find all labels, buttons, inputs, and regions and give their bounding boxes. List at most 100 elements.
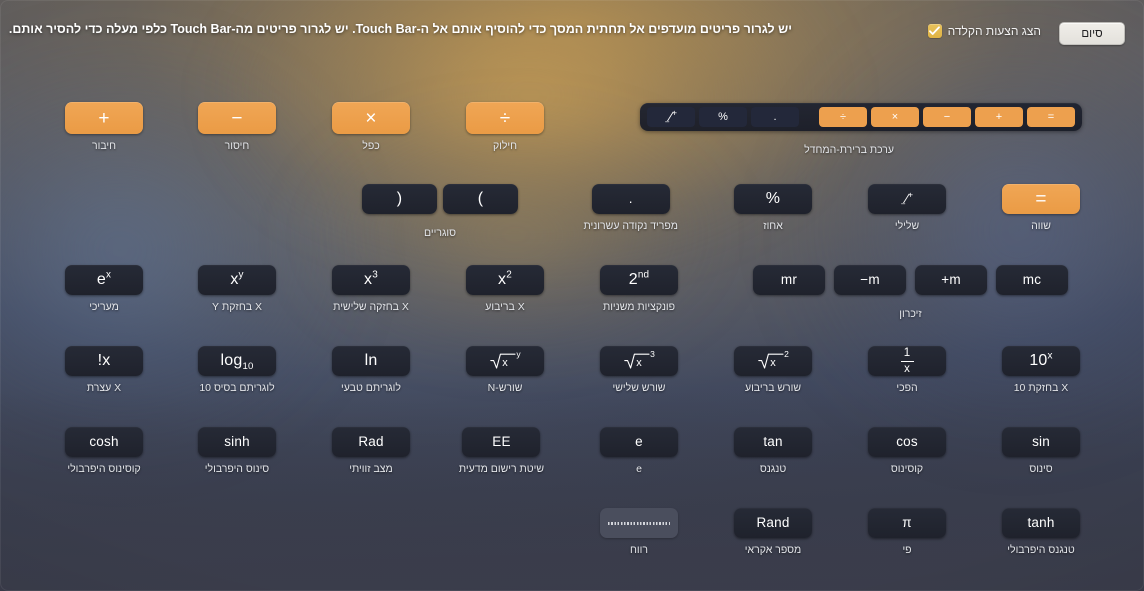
cube-root-key[interactable]: 3 x <box>600 346 678 376</box>
item-nth-root[interactable]: y x שורש-N <box>466 346 544 394</box>
cosh-icon: cosh <box>89 434 119 450</box>
tb-key-percent[interactable]: % <box>699 107 747 127</box>
exp-key[interactable]: ex <box>65 265 143 295</box>
nth-root-key[interactable]: y x <box>466 346 544 376</box>
item-mr[interactable]: mr <box>753 265 825 295</box>
item-second-functions[interactable]: 2nd פונקציות משניות <box>600 265 678 313</box>
item-m-minus[interactable]: m− <box>834 265 906 295</box>
tb-key-multiply[interactable]: × <box>871 107 919 127</box>
item-cos[interactable]: cos קוסינוס <box>868 427 946 475</box>
m-minus-key[interactable]: m− <box>834 265 906 295</box>
tan-key[interactable]: tan <box>734 427 812 457</box>
item-paren-close[interactable]: ) <box>443 184 518 214</box>
percent-key[interactable]: % <box>734 184 812 214</box>
log10-key[interactable]: log10 <box>198 346 276 376</box>
tb-key-decimal[interactable]: . <box>751 107 799 127</box>
ln-key[interactable]: ln <box>332 346 410 376</box>
rad-caption: מצב זוויתי <box>349 463 393 475</box>
ee-key[interactable]: EE <box>462 427 541 457</box>
tb-key-equals[interactable]: = <box>1027 107 1075 127</box>
tb-key-plus[interactable]: + <box>975 107 1023 127</box>
item-ln[interactable]: ln לוגריתם טבעי <box>332 346 410 394</box>
item-equals[interactable]: = שווה <box>1002 184 1080 232</box>
item-cube-root[interactable]: 3 x שורש שלישי <box>600 346 678 394</box>
item-add[interactable]: + חיבור <box>65 102 143 152</box>
cosh-key[interactable]: cosh <box>65 427 143 457</box>
square-root-icon: 2 x <box>758 350 789 370</box>
pi-key[interactable]: π <box>868 508 946 538</box>
item-space[interactable]: רווח <box>600 508 678 556</box>
item-sin[interactable]: sin סינוס <box>1002 427 1080 475</box>
plus-minus-key[interactable]: +∕− <box>868 184 946 214</box>
rad-key[interactable]: Rad <box>332 427 410 457</box>
item-ten-pow-x[interactable]: 10x X בחזקת 10 <box>1002 346 1080 394</box>
item-tanh[interactable]: tanh טנגנס היפרבולי <box>1002 508 1080 556</box>
add-key[interactable]: + <box>65 102 143 134</box>
item-exp[interactable]: ex מעריכי <box>65 265 143 313</box>
mc-key[interactable]: mc <box>996 265 1068 295</box>
tb-key-minus[interactable]: − <box>923 107 971 127</box>
ten-pow-x-key[interactable]: 10x <box>1002 346 1080 376</box>
item-mc[interactable]: mc <box>996 265 1068 295</box>
exp-caption: מעריכי <box>89 301 119 313</box>
factorial-icon: x! <box>97 352 111 369</box>
item-ee[interactable]: EE שיטת רישום מדעית <box>459 427 544 475</box>
tb-key-plus-minus[interactable]: +∕− <box>647 107 695 127</box>
m-plus-key[interactable]: m+ <box>915 265 987 295</box>
reciprocal-key[interactable]: 1 x <box>868 346 946 376</box>
item-cosh[interactable]: cosh קוסינוס היפרבולי <box>65 427 143 475</box>
sinh-icon: sinh <box>224 434 250 450</box>
item-x-pow-3[interactable]: x3 X בחזקה שלישית <box>332 265 410 313</box>
svg-text:x: x <box>770 357 776 369</box>
item-paren-open[interactable]: ( <box>362 184 437 214</box>
decimal-key[interactable]: . <box>591 184 670 214</box>
item-log10[interactable]: log10 לוגריתם בסיס 10 <box>198 346 276 394</box>
item-square-root[interactable]: 2 x שורש בריבוע <box>734 346 812 394</box>
add-caption: חיבור <box>91 140 117 152</box>
cos-key[interactable]: cos <box>868 427 946 457</box>
e-caption: e <box>636 463 642 475</box>
paren-close-key[interactable]: ) <box>443 184 518 214</box>
divide-key[interactable]: ÷ <box>466 102 544 134</box>
square-root-key[interactable]: 2 x <box>734 346 812 376</box>
item-factorial[interactable]: x! X עצרת <box>65 346 143 394</box>
item-m-plus[interactable]: m+ <box>915 265 987 295</box>
item-percent[interactable]: % אחוז <box>734 184 812 232</box>
item-subtract[interactable]: − חיסור <box>198 102 276 152</box>
item-multiply[interactable]: × כפל <box>332 102 410 152</box>
tanh-key[interactable]: tanh <box>1002 508 1080 538</box>
tb-key-divide[interactable]: ÷ <box>819 107 867 127</box>
sinh-key[interactable]: sinh <box>198 427 276 457</box>
item-plus-minus[interactable]: +∕− שלילי <box>868 184 946 232</box>
sin-key[interactable]: sin <box>1002 427 1080 457</box>
x-pow-3-key[interactable]: x3 <box>332 265 410 295</box>
second-functions-caption: פונקציות משניות <box>602 301 676 313</box>
item-rad[interactable]: Rad מצב זוויתי <box>332 427 410 475</box>
item-x-pow-y[interactable]: xy X בחזקת Y <box>198 265 276 313</box>
item-e[interactable]: e e <box>600 427 678 475</box>
e-key[interactable]: e <box>600 427 678 457</box>
equals-icon: = <box>1035 188 1047 210</box>
item-rand[interactable]: Rand מספר אקראי <box>734 508 812 556</box>
paren-close-icon: ) <box>477 190 484 207</box>
item-tan[interactable]: tan טנגנס <box>734 427 812 475</box>
second-functions-key[interactable]: 2nd <box>600 265 678 295</box>
item-decimal[interactable]: . מפריד נקודה עשרונית <box>583 184 678 232</box>
space-key[interactable] <box>600 508 678 538</box>
paren-open-key[interactable]: ( <box>362 184 437 214</box>
factorial-key[interactable]: x! <box>65 346 143 376</box>
equals-key[interactable]: = <box>1002 184 1080 214</box>
subtract-key[interactable]: − <box>198 102 276 134</box>
multiply-key[interactable]: × <box>332 102 410 134</box>
item-x-pow-2[interactable]: x2 X בריבוע <box>466 265 544 313</box>
log10-caption: לוגריתם בסיס 10 <box>199 382 275 394</box>
x-pow-2-key[interactable]: x2 <box>466 265 544 295</box>
mr-key[interactable]: mr <box>753 265 825 295</box>
item-sinh[interactable]: sinh סינוס היפרבולי <box>198 427 276 475</box>
touch-bar-default-set[interactable]: = + − × ÷ . % +∕− <box>640 103 1082 131</box>
item-reciprocal[interactable]: 1 x הפכי <box>868 346 946 394</box>
x-pow-y-key[interactable]: xy <box>198 265 276 295</box>
item-divide[interactable]: ÷ חילוק <box>466 102 544 152</box>
item-pi[interactable]: π פי <box>868 508 946 556</box>
rand-key[interactable]: Rand <box>734 508 812 538</box>
